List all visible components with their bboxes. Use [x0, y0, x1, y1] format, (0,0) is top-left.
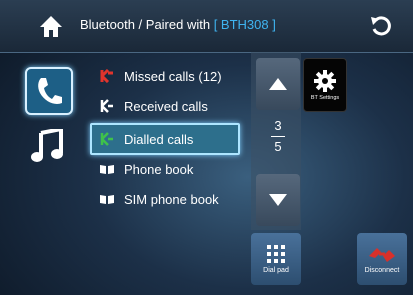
list-item-label: Dialled calls — [124, 131, 194, 147]
bt-settings-label: BT Settings — [310, 94, 340, 101]
phone-icon — [38, 78, 62, 104]
list-item-dialled-calls[interactable]: Dialled calls — [90, 123, 240, 155]
dial-pad-label: Dial pad — [263, 267, 289, 274]
phone-tab[interactable] — [25, 67, 73, 115]
page-indicator: 3 5 — [256, 118, 300, 155]
list-item-sim-phone-book[interactable]: SIM phone book — [92, 185, 238, 213]
bt-settings-button[interactable]: BT Settings — [303, 58, 347, 112]
list-item-received-calls[interactable]: Received calls — [92, 92, 238, 120]
breadcrumb-path: Bluetooth / Paired with — [80, 17, 214, 32]
gear-icon — [314, 69, 336, 92]
top-bar: Bluetooth / Paired with [ BTH308 ] — [0, 0, 413, 53]
disconnect-icon — [369, 248, 395, 262]
list-item-label: Phone book — [124, 161, 194, 177]
keypad-icon — [267, 245, 285, 263]
missed-call-icon — [98, 69, 116, 83]
paired-device-name: [ BTH308 ] — [213, 17, 276, 32]
list-item-phone-book[interactable]: Phone book — [92, 155, 238, 183]
list-item-missed-calls[interactable]: Missed calls (12) — [92, 62, 238, 90]
phonebook-icon — [98, 162, 116, 176]
arrow-down-icon — [269, 194, 287, 206]
disconnect-label: Disconnect — [364, 267, 400, 274]
scroll-up-button[interactable] — [256, 58, 300, 110]
current-page: 3 — [274, 118, 282, 133]
bluetooth-phone-screen: Bluetooth / Paired with [ BTH308 ] Misse… — [0, 0, 413, 295]
list-item-label: Received calls — [124, 98, 208, 114]
list-item-label: Missed calls (12) — [124, 68, 222, 84]
back-icon[interactable] — [368, 14, 394, 38]
dial-pad-button[interactable]: Dial pad — [251, 233, 301, 285]
music-tab[interactable] — [25, 124, 69, 168]
total-pages: 5 — [274, 139, 282, 154]
sim-phonebook-icon — [98, 192, 116, 206]
home-icon[interactable] — [38, 14, 64, 38]
fraction-divider — [271, 136, 285, 137]
breadcrumb: Bluetooth / Paired with [ BTH308 ] — [80, 17, 276, 32]
received-call-icon — [98, 99, 116, 113]
scroll-down-button[interactable] — [256, 174, 300, 226]
disconnect-button[interactable]: Disconnect — [357, 233, 407, 285]
list-item-label: SIM phone book — [124, 191, 219, 207]
music-icon — [31, 129, 63, 162]
dialled-call-icon — [98, 132, 116, 146]
arrow-up-icon — [269, 78, 287, 90]
